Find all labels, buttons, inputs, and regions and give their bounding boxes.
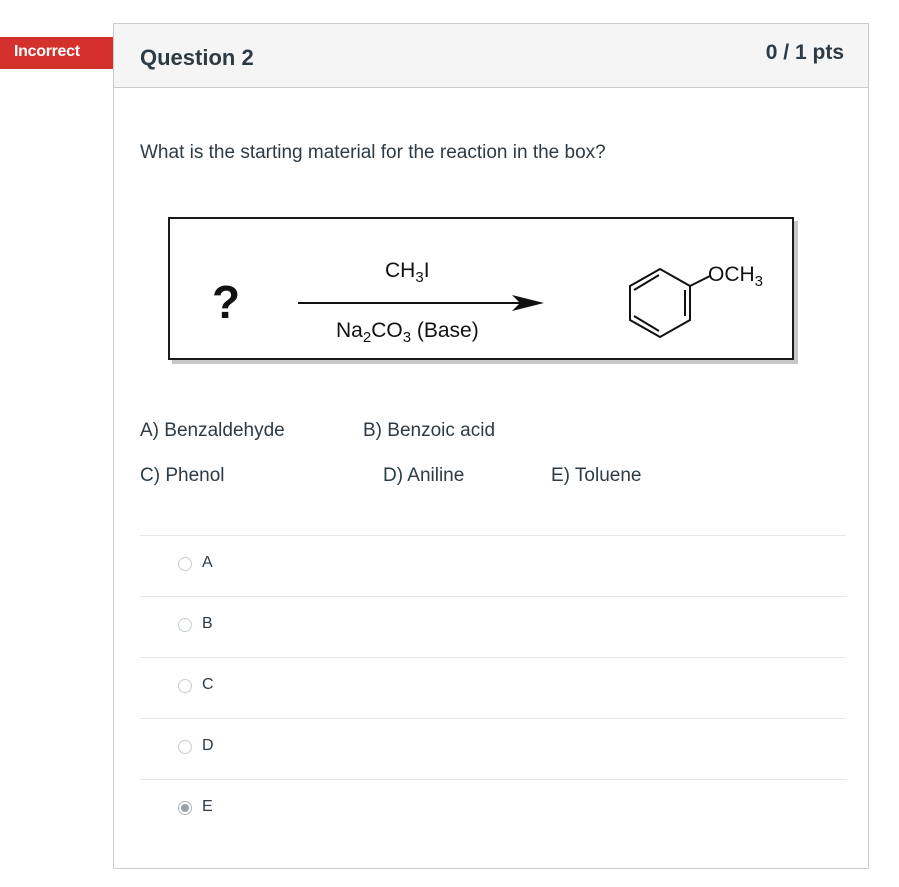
question-prompt: What is the starting material for the re… — [140, 142, 606, 163]
reaction-arrow — [298, 295, 544, 311]
answer-label: D — [202, 737, 214, 754]
radio-button[interactable] — [178, 740, 192, 754]
question-title: Question 2 — [140, 45, 254, 70]
answer-option-a[interactable]: A — [140, 535, 846, 596]
radio-button[interactable] — [178, 618, 192, 632]
reagent-top: CH3I — [385, 259, 430, 286]
radio-button[interactable] — [178, 557, 192, 571]
choice-text-b: B) Benzoic acid — [363, 420, 496, 441]
benzene-ring — [629, 267, 711, 339]
question-header: Question 2 0 / 1 pts — [114, 24, 868, 88]
radio-button-selected[interactable] — [178, 801, 192, 815]
answer-label: C — [202, 676, 214, 693]
answer-label: E — [202, 798, 213, 815]
question-card: Question 2 0 / 1 pts What is the startin… — [113, 23, 869, 869]
answer-option-d[interactable]: D — [140, 718, 846, 779]
reactant-unknown: ? — [212, 276, 240, 328]
choice-text-d: D) Aniline — [383, 465, 465, 486]
reaction-scheme-drawing: ? CH3I Na2CO3 (Base) OCH3 — [212, 259, 763, 346]
answer-option-b[interactable]: B — [140, 596, 846, 657]
answer-option-e[interactable]: E — [140, 779, 846, 840]
reagent-bottom: Na2CO3 (Base) — [336, 319, 479, 346]
question-points: 0 / 1 pts — [765, 41, 844, 64]
choice-text-c: C) Phenol — [140, 465, 225, 486]
answer-option-c[interactable]: C — [140, 657, 846, 718]
radio-button[interactable] — [178, 679, 192, 693]
status-badge-label: Incorrect — [14, 43, 80, 60]
choice-text-a: A) Benzaldehyde — [140, 420, 285, 441]
answer-label: B — [202, 615, 213, 632]
choice-text-e: E) Toluene — [551, 465, 642, 486]
answer-label: A — [202, 554, 213, 571]
answer-list: A B C D E — [140, 535, 846, 840]
product-substituent: OCH3 — [708, 263, 763, 290]
reaction-scheme-image: ? CH3I Na2CO3 (Base) OCH3 — [168, 217, 794, 360]
